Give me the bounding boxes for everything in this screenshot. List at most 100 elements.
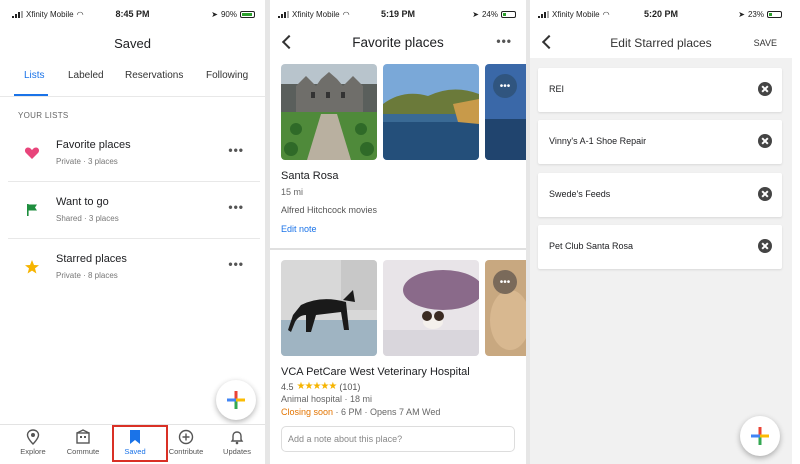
- list-item-starred-places[interactable]: Starred places Private · 8 places •••: [8, 241, 260, 293]
- place-photo[interactable]: [281, 64, 377, 160]
- row-divider: [8, 181, 260, 182]
- place-photo[interactable]: [383, 64, 479, 160]
- mansion-photo: [281, 64, 377, 160]
- hours-row: Closing soon · 6 PM · Opens 7 AM Wed: [281, 407, 440, 417]
- location-icon: ➤: [738, 10, 745, 19]
- status-bar: Xfinity Mobile ◠ 5:20 PM ➤ 23%: [530, 8, 792, 22]
- saved-highlight-box: [112, 425, 168, 462]
- water-photo: •••: [485, 64, 526, 160]
- plus-icon: [751, 427, 769, 445]
- starred-item-name: Vinny's A-1 Shoe Repair: [549, 136, 647, 146]
- heart-icon: [24, 147, 40, 159]
- starred-item[interactable]: Vinny's A-1 Shoe Repair: [538, 120, 782, 164]
- list-subtitle: Shared · 3 places: [56, 214, 119, 223]
- place-note: Alfred Hitchcock movies: [281, 205, 378, 215]
- commute-icon: [76, 429, 90, 444]
- star-icon: [25, 260, 39, 274]
- add-circle-icon: [178, 429, 194, 445]
- edit-note-link[interactable]: Edit note: [281, 224, 317, 234]
- location-icon: ➤: [472, 10, 479, 19]
- more-options-icon[interactable]: •••: [228, 143, 244, 157]
- add-place-button[interactable]: [740, 416, 780, 456]
- rating-row: 4.5 ★★★★★ (101): [281, 381, 360, 392]
- place-divider: [270, 248, 526, 250]
- location-icon: ➤: [211, 10, 218, 19]
- starred-item[interactable]: Swede's Feeds: [538, 173, 782, 217]
- battery-percent: 24%: [481, 10, 498, 19]
- status-bar: Xfinity Mobile ◠ 5:19 PM ➤ 24%: [270, 8, 526, 22]
- rating-value: 4.5: [281, 381, 294, 392]
- tab-labeled[interactable]: Labeled: [68, 70, 104, 81]
- edit-starred-places-screen: Xfinity Mobile ◠ 5:20 PM ➤ 23% Edit Star…: [530, 0, 792, 464]
- page-title: Favorite places: [352, 35, 444, 50]
- starred-item[interactable]: Pet Club Santa Rosa: [538, 225, 782, 269]
- status-right: ➤ 24%: [472, 10, 516, 19]
- saved-screen: Xfinity Mobile ◠ 8:45 PM ➤ 90% Saved Lis…: [0, 0, 265, 464]
- starred-item-name: REI: [549, 84, 565, 94]
- nav-updates[interactable]: Updates: [212, 429, 262, 456]
- save-button[interactable]: SAVE: [754, 38, 777, 48]
- status-bar: Xfinity Mobile ◠ 8:45 PM ➤ 90%: [0, 8, 265, 22]
- remove-icon[interactable]: [758, 82, 772, 96]
- lake-photo: [383, 64, 479, 160]
- starred-item[interactable]: REI: [538, 68, 782, 112]
- battery-percent: 90%: [220, 10, 237, 19]
- battery-percent: 23%: [747, 10, 764, 19]
- list-item-want-to-go[interactable]: Want to go Shared · 3 places •••: [8, 184, 260, 236]
- pet-photo: •••: [485, 260, 526, 356]
- place-photo[interactable]: •••: [485, 260, 526, 356]
- section-label: YOUR LISTS: [18, 111, 69, 120]
- nav-label: Contribute: [168, 447, 204, 456]
- flag-icon: [27, 204, 37, 216]
- review-count: (101): [339, 381, 361, 392]
- remove-icon[interactable]: [758, 134, 772, 148]
- plus-icon: [227, 391, 245, 409]
- list-item-favorite-places[interactable]: Favorite places Private · 3 places •••: [8, 127, 260, 179]
- remove-icon[interactable]: [758, 187, 772, 201]
- bell-icon: [230, 431, 244, 445]
- puppy-photo: [383, 260, 479, 356]
- list-title: Starred places: [56, 253, 127, 265]
- nav-contribute[interactable]: Contribute: [161, 429, 211, 456]
- tabs-divider: [0, 96, 265, 97]
- status-right: ➤ 90%: [211, 10, 255, 19]
- location-pin-icon: [26, 429, 40, 445]
- tab-following[interactable]: Following: [206, 70, 248, 81]
- starred-item-name: Swede's Feeds: [549, 189, 611, 199]
- page-title: Saved: [114, 36, 151, 51]
- panel-edge: [792, 0, 800, 464]
- tab-lists[interactable]: Lists: [24, 70, 45, 81]
- list-subtitle: Private · 3 places: [56, 157, 118, 166]
- nav-label: Commute: [66, 447, 100, 456]
- more-options-icon[interactable]: •••: [496, 34, 512, 48]
- battery-icon: [767, 11, 782, 18]
- nav-commute[interactable]: Commute: [58, 429, 108, 456]
- place-category: Animal hospital · 18 mi: [281, 394, 373, 404]
- hours-text: · 6 PM · Opens 7 AM Wed: [333, 407, 441, 417]
- nav-label: Explore: [20, 447, 46, 456]
- battery-icon: [501, 11, 516, 18]
- list-title: Want to go: [56, 196, 109, 208]
- add-note-input[interactable]: Add a note about this place?: [281, 426, 515, 452]
- add-list-button[interactable]: [216, 380, 256, 420]
- more-options-icon[interactable]: •••: [228, 257, 244, 271]
- remove-icon[interactable]: [758, 239, 772, 253]
- place-name: Santa Rosa: [281, 170, 339, 182]
- list-title: Favorite places: [56, 139, 131, 151]
- nav-explore[interactable]: Explore: [8, 429, 58, 456]
- closing-status: Closing soon: [281, 407, 334, 417]
- place-photo[interactable]: [281, 260, 377, 356]
- more-options-icon[interactable]: •••: [228, 200, 244, 214]
- svg-text:•••: •••: [500, 81, 511, 92]
- place-photo[interactable]: [383, 260, 479, 356]
- svg-text:•••: •••: [500, 277, 511, 288]
- row-divider: [8, 238, 260, 239]
- starred-item-name: Pet Club Santa Rosa: [549, 241, 634, 251]
- list-subtitle: Private · 8 places: [56, 271, 118, 280]
- tab-reservations[interactable]: Reservations: [125, 70, 183, 81]
- nav-label: Updates: [223, 447, 251, 456]
- place-name: VCA PetCare West Veterinary Hospital: [281, 366, 470, 378]
- dog-photo: [281, 260, 377, 356]
- place-photo[interactable]: •••: [485, 64, 526, 160]
- battery-icon: [240, 11, 255, 18]
